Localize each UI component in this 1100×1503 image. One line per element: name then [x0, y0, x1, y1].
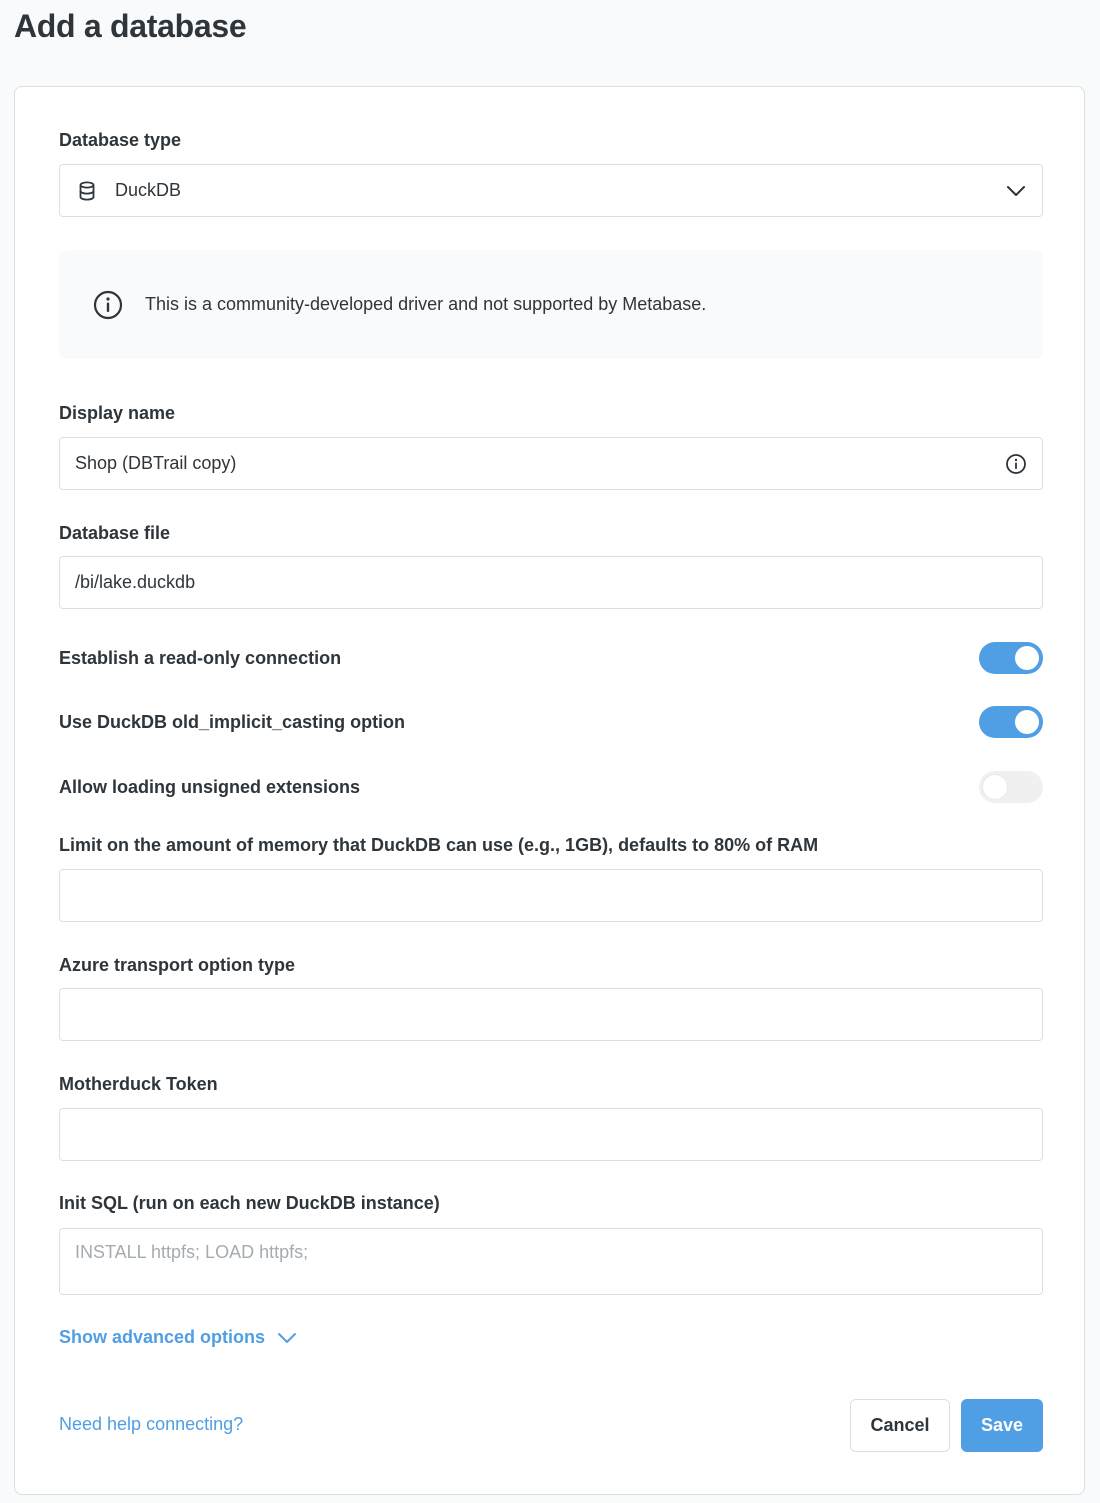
database-file-value: /bi/lake.duckdb — [75, 572, 196, 592]
cancel-button[interactable]: Cancel — [850, 1399, 950, 1452]
unsigned-extensions-toggle-row: Allow loading unsigned extensions — [59, 771, 1043, 803]
display-name-label: Display name — [59, 403, 176, 423]
implicit-casting-toggle-row: Use DuckDB old_implicit_casting option — [59, 706, 1043, 738]
save-button[interactable]: Save — [961, 1399, 1043, 1452]
show-advanced-options-label: Show advanced options — [59, 1327, 266, 1347]
database-type-value: DuckDB — [115, 180, 182, 200]
memory-limit-label: Limit on the amount of memory that DuckD… — [59, 835, 819, 855]
memory-limit-input[interactable] — [59, 869, 1043, 922]
implicit-casting-toggle-label: Use DuckDB old_implicit_casting option — [59, 711, 406, 732]
show-advanced-options-link[interactable]: Show advanced options — [59, 1327, 297, 1348]
read-only-toggle-row: Establish a read-only connection — [59, 642, 1043, 674]
azure-transport-input[interactable] — [59, 988, 1043, 1041]
toggle-knob — [1015, 646, 1039, 670]
page-title: Add a database — [14, 8, 247, 44]
database-form-card: Database type DuckDB This is a community… — [14, 86, 1085, 1495]
unsigned-extensions-toggle[interactable] — [979, 771, 1043, 803]
database-file-label: Database file — [59, 523, 171, 543]
database-type-select[interactable]: DuckDB — [59, 164, 1043, 217]
toggle-knob — [1015, 710, 1039, 734]
help-connecting-link[interactable]: Need help connecting? — [59, 1414, 243, 1435]
unsigned-extensions-toggle-label: Allow loading unsigned extensions — [59, 776, 361, 797]
init-sql-placeholder: INSTALL httpfs; LOAD httpfs; — [75, 1242, 309, 1262]
read-only-toggle[interactable] — [979, 642, 1043, 674]
display-name-value: Shop (DBTrail copy) — [75, 453, 237, 473]
motherduck-token-label: Motherduck Token — [59, 1074, 218, 1094]
chevron-down-icon — [1007, 185, 1025, 196]
implicit-casting-toggle[interactable] — [979, 706, 1043, 738]
database-file-input[interactable]: /bi/lake.duckdb — [59, 556, 1043, 609]
azure-transport-label: Azure transport option type — [59, 955, 296, 975]
info-icon[interactable] — [1005, 453, 1027, 475]
motherduck-token-input[interactable] — [59, 1108, 1043, 1161]
display-name-input[interactable]: Shop (DBTrail copy) — [59, 437, 1043, 490]
toggle-knob — [983, 775, 1007, 799]
init-sql-label: Init SQL (run on each new DuckDB instanc… — [59, 1193, 440, 1213]
init-sql-textarea[interactable]: INSTALL httpfs; LOAD httpfs; — [59, 1228, 1043, 1295]
database-icon — [79, 181, 95, 201]
read-only-toggle-label: Establish a read-only connection — [59, 647, 342, 668]
notice-text: This is a community-developed driver and… — [145, 294, 707, 314]
database-type-label: Database type — [59, 130, 182, 150]
info-icon — [93, 290, 123, 319]
community-driver-notice: This is a community-developed driver and… — [59, 250, 1043, 359]
chevron-down-icon — [278, 1332, 297, 1343]
